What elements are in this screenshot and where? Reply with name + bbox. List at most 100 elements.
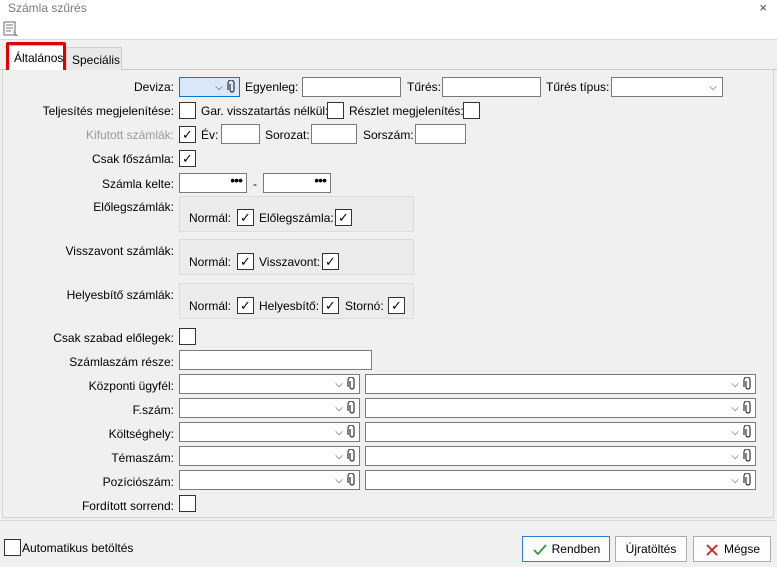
visszavont-second-label: Visszavont:	[259, 255, 321, 269]
chevron-down-icon[interactable]: ⌵	[729, 424, 741, 440]
visszavont-second-checkbox[interactable]: ✓	[322, 253, 339, 270]
kozponti-ugyfel-code[interactable]: ⌵	[179, 374, 360, 394]
visszavont-label: Visszavont számlák:	[65, 244, 175, 258]
tab-strip: Általános Speciális	[0, 40, 777, 70]
temaszam-name[interactable]: ⌵	[365, 446, 756, 466]
chevron-down-icon[interactable]: ⌵	[333, 472, 345, 488]
csak-foszamla-label: Csak főszámla:	[91, 152, 174, 166]
chevron-down-icon[interactable]: ⌵	[333, 448, 345, 464]
ev-input[interactable]	[221, 124, 260, 144]
chevron-down-icon[interactable]: ⌵	[729, 472, 741, 488]
fszam-label: F.szám:	[132, 403, 174, 417]
gar-checkbox[interactable]	[327, 102, 344, 119]
tab-specialis[interactable]: Speciális	[66, 47, 122, 70]
pozicioszam-name[interactable]: ⌵	[365, 470, 756, 490]
chevron-down-icon[interactable]: ⌵	[729, 448, 741, 464]
teljesites-checkbox[interactable]	[179, 102, 196, 119]
csak-szabad-label: Csak szabad előlegek:	[53, 331, 174, 345]
sorszam-label: Sorszám:	[363, 128, 414, 142]
chevron-down-icon[interactable]: ⌵	[707, 79, 719, 95]
csak-szabad-checkbox[interactable]	[179, 328, 196, 345]
visszavont-normal-checkbox[interactable]: ✓	[237, 253, 254, 270]
szamla-kelte-label: Számla kelte:	[101, 177, 174, 191]
paperclip-icon[interactable]	[743, 401, 753, 415]
date-picker-icon[interactable]: •••	[314, 172, 327, 188]
reload-button-label: Újratöltés	[625, 542, 677, 556]
tures-tipus-label: Tűrés típus:	[546, 80, 610, 94]
helyesbito-second-checkbox[interactable]: ✓	[322, 297, 339, 314]
reszlet-label: Részlet megjelenítés:	[349, 104, 464, 118]
cancel-button-label: Mégse	[723, 542, 761, 556]
eloleg-normal-label: Normál:	[189, 211, 232, 225]
ok-button[interactable]: Rendben	[522, 536, 610, 562]
eloleg-normal-checkbox[interactable]: ✓	[237, 209, 254, 226]
paperclip-icon[interactable]	[347, 425, 357, 439]
date-separator: -	[253, 177, 257, 191]
chevron-down-icon[interactable]: ⌵	[213, 79, 225, 95]
filter-settings-icon[interactable]	[2, 20, 20, 38]
auto-load-checkbox[interactable]	[4, 539, 21, 556]
close-icon[interactable]: ×	[759, 0, 767, 15]
chevron-down-icon[interactable]: ⌵	[333, 424, 345, 440]
szamlaszam-resze-input[interactable]	[179, 350, 372, 370]
auto-load-label: Automatikus betöltés	[22, 541, 134, 555]
deviza-combo[interactable]: ⌵	[179, 77, 240, 97]
close-red-icon	[706, 544, 718, 556]
temaszam-label: Témaszám:	[111, 451, 174, 465]
helyesbito-third-checkbox[interactable]: ✓	[388, 297, 405, 314]
kifutott-label: Kifutott számlák:	[85, 128, 174, 142]
chevron-down-icon[interactable]: ⌵	[729, 376, 741, 392]
fszam-name[interactable]: ⌵	[365, 398, 756, 418]
paperclip-icon[interactable]	[743, 425, 753, 439]
reload-button[interactable]: Újratöltés	[615, 536, 687, 562]
helyesbito-second-label: Helyesbítő:	[259, 299, 320, 313]
kifutott-checkbox[interactable]: ✓	[179, 126, 196, 143]
egyenleg-label: Egyenleg:	[245, 80, 299, 94]
csak-foszamla-checkbox[interactable]: ✓	[179, 150, 196, 167]
window-title: Számla szűrés	[8, 1, 87, 15]
szamla-kelte-from[interactable]: •••	[179, 172, 247, 193]
pozicioszam-code[interactable]: ⌵	[179, 470, 360, 490]
paperclip-icon[interactable]	[347, 473, 357, 487]
window-titlebar: Számla szűrés ×	[0, 0, 777, 18]
szamla-kelte-to[interactable]: •••	[263, 172, 331, 193]
fszam-code[interactable]: ⌵	[179, 398, 360, 418]
paperclip-icon[interactable]	[347, 377, 357, 391]
sorszam-input[interactable]	[415, 124, 466, 144]
chevron-down-icon[interactable]: ⌵	[333, 400, 345, 416]
elolegszamlak-label: Előlegszámlák:	[93, 200, 174, 214]
date-picker-icon[interactable]: •••	[230, 172, 243, 188]
kozponti-ugyfel-name[interactable]: ⌵	[365, 374, 756, 394]
helyesbito-normal-checkbox[interactable]: ✓	[237, 297, 254, 314]
kozponti-ugyfel-label: Központi ügyfél:	[88, 379, 174, 393]
paperclip-icon[interactable]	[347, 401, 357, 415]
chevron-down-icon[interactable]: ⌵	[333, 376, 345, 392]
reszlet-checkbox[interactable]	[463, 102, 480, 119]
egyenleg-input[interactable]	[302, 77, 401, 97]
forditott-label: Fordított sorrend:	[81, 499, 174, 513]
paperclip-icon[interactable]	[743, 449, 753, 463]
sorozat-input[interactable]	[311, 124, 357, 144]
koltseghely-name[interactable]: ⌵	[365, 422, 756, 442]
tures-tipus-select[interactable]: ⌵	[611, 77, 723, 97]
helyesbito-label: Helyesbítő számlák:	[66, 288, 174, 302]
temaszam-code[interactable]: ⌵	[179, 446, 360, 466]
eloleg-second-checkbox[interactable]: ✓	[335, 209, 352, 226]
deviza-label: Deviza:	[133, 80, 174, 94]
helyesbito-normal-label: Normál:	[189, 299, 232, 313]
tures-input[interactable]	[442, 77, 541, 97]
forditott-checkbox[interactable]	[179, 495, 196, 512]
cancel-button[interactable]: Mégse	[693, 536, 771, 562]
footer-separator	[0, 520, 777, 521]
toolbar	[0, 18, 777, 40]
sorozat-label: Sorozat:	[265, 128, 310, 142]
koltseghely-code[interactable]: ⌵	[179, 422, 360, 442]
ev-label: Év:	[201, 128, 219, 142]
teljesites-label: Teljesítés megjelenítése:	[42, 104, 174, 118]
paperclip-icon[interactable]	[743, 377, 753, 391]
chevron-down-icon[interactable]: ⌵	[729, 400, 741, 416]
paperclip-icon[interactable]	[743, 473, 753, 487]
checkmark-icon	[533, 544, 547, 556]
paperclip-icon[interactable]	[227, 80, 237, 94]
paperclip-icon[interactable]	[347, 449, 357, 463]
